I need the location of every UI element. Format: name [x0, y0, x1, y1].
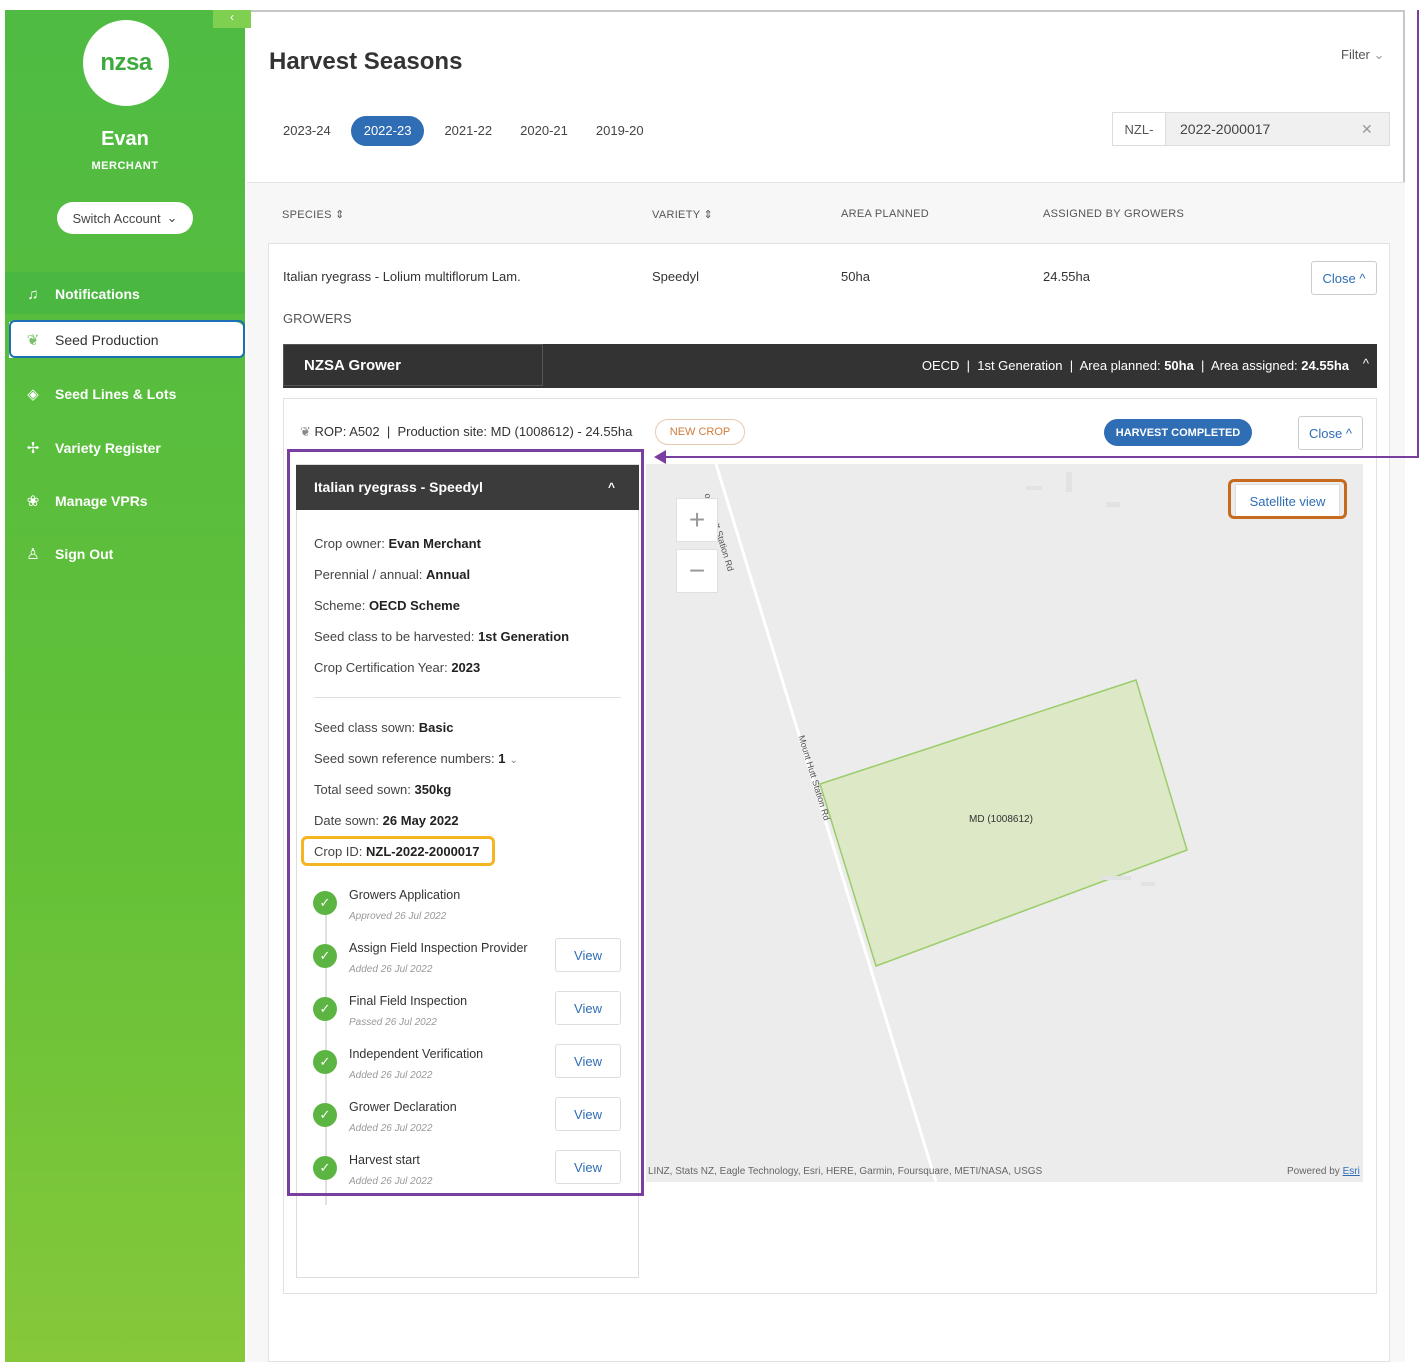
- column-header-species[interactable]: SPECIES ⇕: [282, 208, 345, 221]
- annotation-arrow: [1417, 10, 1419, 458]
- sort-icon: ⇕: [335, 209, 345, 221]
- sidebar-item-label: Seed Lines & Lots: [55, 386, 177, 402]
- close-species-button[interactable]: Close ^: [1311, 261, 1377, 295]
- sidebar-item-variety-register[interactable]: ✢ Variety Register: [5, 426, 245, 470]
- parcel-label: MD (1008612): [969, 814, 1033, 825]
- switch-account-label: Switch Account: [72, 210, 161, 226]
- new-crop-badge: NEW CROP: [655, 419, 745, 445]
- sidebar-item-seed-lines[interactable]: ◈ Seed Lines & Lots: [5, 372, 245, 416]
- sidebar-item-notifications[interactable]: ♫ Notifications: [5, 272, 245, 316]
- chevron-down-icon: ⌄: [1373, 47, 1385, 62]
- user-role: MERCHANT: [91, 160, 159, 172]
- person-icon: ♙: [26, 546, 40, 563]
- nzsa-logo: nzsa: [83, 20, 169, 106]
- sidebar: ‹ nzsa Evan MERCHANT Switch Account ⌄ ♫ …: [5, 10, 251, 1362]
- chevron-up-icon: ^: [1345, 425, 1352, 441]
- plant-icon: ✢: [26, 440, 40, 457]
- zoom-out-button[interactable]: −: [676, 549, 718, 593]
- zoom-in-button[interactable]: +: [676, 498, 718, 542]
- esri-link[interactable]: Esri: [1343, 1166, 1360, 1177]
- bell-icon: ♫: [27, 285, 39, 303]
- filter-dropdown[interactable]: Filter ⌄: [1341, 47, 1384, 63]
- sidebar-item-label: Notifications: [55, 286, 140, 302]
- switch-account-button[interactable]: Switch Account ⌄: [57, 202, 193, 234]
- chevron-down-icon: ⌄: [166, 210, 178, 225]
- species-cell: Italian ryegrass - Lolium multiflorum La…: [283, 269, 521, 284]
- powered-by: Powered by Esri: [1287, 1166, 1360, 1177]
- season-tabs: 2023-24 2022-23 2021-22 2020-21 2019-20: [269, 116, 658, 146]
- rop-line: ❦ ROP: A502 | Production site: MD (10086…: [300, 424, 633, 439]
- highlight-satellite-view: [1228, 479, 1347, 519]
- page-title: Harvest Seasons: [269, 48, 463, 75]
- assigned-cell: 24.55ha: [1043, 269, 1090, 284]
- tab-season[interactable]: 2019-20: [582, 116, 658, 146]
- search-input[interactable]: 2022-2000017: [1166, 121, 1361, 137]
- tab-season[interactable]: 2021-22: [430, 116, 506, 146]
- grower-bar[interactable]: NZSA Grower OECD | 1st Generation | Area…: [283, 344, 1377, 388]
- chevron-up-icon[interactable]: ^: [1363, 356, 1369, 371]
- arrow-head-icon: [654, 450, 666, 464]
- column-header-variety[interactable]: VARIETY ⇕: [652, 208, 713, 221]
- clear-icon[interactable]: ✕: [1361, 121, 1389, 138]
- sidebar-item-label: Manage VPRs: [55, 493, 148, 509]
- column-header-assigned: ASSIGNED BY GROWERS: [1043, 208, 1185, 220]
- chevron-up-icon: ^: [1359, 270, 1366, 286]
- area-planned-cell: 50ha: [841, 269, 870, 284]
- tab-season[interactable]: 2023-24: [269, 116, 345, 146]
- close-crop-button[interactable]: Close ^: [1298, 416, 1363, 450]
- grower-meta: OECD | 1st Generation | Area planned: 50…: [921, 358, 1349, 373]
- sidebar-item-label: Variety Register: [55, 440, 161, 456]
- highlight-detail-panel: [287, 449, 644, 1196]
- map-attribution: LINZ, Stats NZ, Eagle Technology, Esri, …: [648, 1166, 1043, 1177]
- sidebar-collapse-tab[interactable]: ‹: [213, 10, 251, 28]
- grower-name: NZSA Grower: [283, 344, 543, 386]
- annotation-arrow: [664, 456, 1419, 458]
- status-badge: HARVEST COMPLETED: [1104, 419, 1252, 446]
- tab-season[interactable]: 2020-21: [506, 116, 582, 146]
- user-name: Evan: [101, 128, 149, 150]
- tab-season-active[interactable]: 2022-23: [350, 116, 425, 146]
- highlight-seed-production: [9, 320, 245, 358]
- sort-icon: ⇕: [703, 209, 714, 221]
- sidebar-item-manage-vprs[interactable]: ❀ Manage VPRs: [5, 479, 245, 523]
- seedling-icon: ❀: [26, 493, 40, 510]
- sidebar-item-label: Sign Out: [55, 546, 114, 562]
- sprout-icon: ❦: [300, 424, 311, 439]
- growers-label: GROWERS: [283, 311, 352, 326]
- sidebar-item-sign-out[interactable]: ♙ Sign Out: [5, 532, 245, 576]
- tag-icon: ◈: [27, 386, 39, 403]
- filter-label: Filter: [1341, 47, 1370, 62]
- crop-id-search: NZL- 2022-2000017 ✕: [1112, 112, 1390, 146]
- search-prefix: NZL-: [1113, 113, 1166, 145]
- variety-cell: Speedyl: [652, 269, 699, 284]
- column-header-area-planned: AREA PLANNED: [841, 208, 929, 220]
